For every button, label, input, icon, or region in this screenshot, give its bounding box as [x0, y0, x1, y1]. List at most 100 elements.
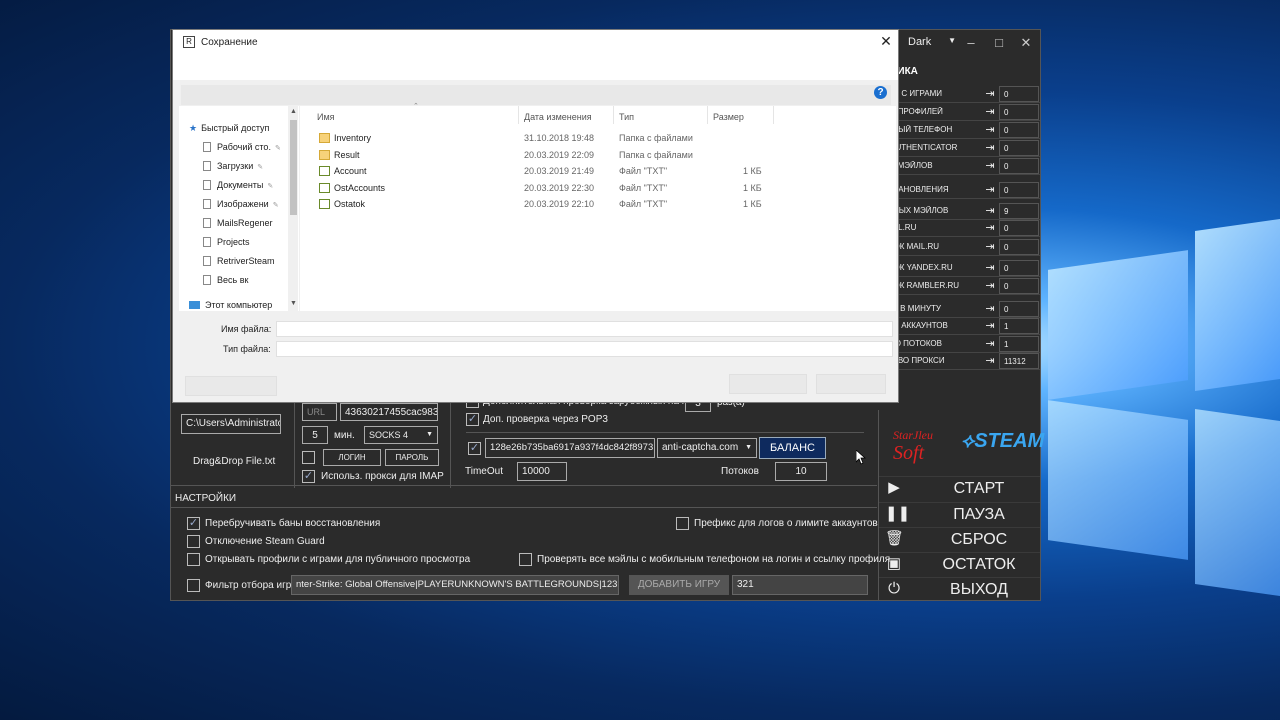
cancel-button[interactable] [816, 374, 886, 394]
divider [171, 485, 877, 486]
export-arrow-icon[interactable]: ⇥ [983, 87, 997, 101]
column-separator [518, 106, 519, 124]
remain-button[interactable]: ▣ ОСТАТОК [879, 552, 1040, 576]
close-button[interactable]: ✕ [1014, 33, 1038, 53]
nav-item[interactable]: Загрузки ✎ [203, 161, 263, 171]
file-row[interactable]: Result 20.03.2019 22:09 Папка с файлами [313, 148, 763, 164]
windows-logo-pane [1048, 400, 1188, 560]
proxy-auth-checkbox[interactable] [302, 451, 315, 464]
nav-scrollbar-thumb[interactable] [290, 120, 297, 215]
pin-icon: ✎ [272, 202, 279, 209]
timeout-input[interactable]: 10000 [517, 462, 567, 481]
game-filter-label: Фильтр отбора игр [205, 580, 292, 591]
scroll-down-icon[interactable]: ▼ [290, 300, 297, 307]
file-row[interactable]: Ostatok 20.03.2019 22:10 Файл "TXT" 1 КБ [313, 197, 763, 213]
nav-item[interactable]: Рабочий сто. ✎ [203, 142, 281, 152]
help-icon[interactable]: ? [874, 86, 887, 99]
threads-input[interactable]: 10 [775, 462, 827, 481]
export-arrow-icon[interactable]: ⇥ [983, 261, 997, 275]
nav-item[interactable]: Весь вк [203, 275, 248, 285]
balance-button[interactable]: БАЛАНС [759, 437, 826, 459]
login-button[interactable]: ЛОГИН [323, 449, 381, 466]
dialog-close-button[interactable]: ✕ [876, 33, 896, 51]
export-arrow-icon[interactable]: ⇥ [983, 302, 997, 316]
filetype-label: Тип файла: [223, 344, 271, 354]
minimize-button[interactable]: – [959, 33, 983, 53]
nav-item[interactable]: ★ Быстрый доступ [189, 123, 269, 134]
export-arrow-icon[interactable]: ⇥ [983, 337, 997, 351]
theme-select[interactable]: Dark ▼ [904, 33, 958, 53]
export-arrow-icon[interactable]: ⇥ [983, 105, 997, 119]
column-type[interactable]: Тип [619, 112, 634, 122]
export-arrow-icon[interactable]: ⇥ [983, 159, 997, 173]
captcha-checkbox[interactable]: ✓ [468, 442, 481, 455]
export-arrow-icon[interactable]: ⇥ [983, 141, 997, 155]
log-prefix-checkbox[interactable] [676, 517, 689, 530]
scroll-up-icon[interactable]: ▲ [290, 108, 297, 115]
windows-logo-pane [1195, 219, 1280, 391]
nav-item[interactable]: Документы ✎ [203, 180, 273, 190]
exit-button[interactable]: ⏻ ВЫХОД [879, 577, 1040, 601]
log-prefix-label: Префикс для логов о лимите аккаунтов [694, 518, 878, 529]
trash-icon: 🗑 [885, 530, 905, 547]
captcha-key-input[interactable]: 128e26b735ba6917a937f4dc842f8973 [485, 438, 655, 458]
export-arrow-icon[interactable]: ⇥ [983, 319, 997, 333]
column-name[interactable]: Имя [317, 112, 335, 122]
disable-guard-checkbox[interactable] [187, 535, 200, 548]
rebrute-bans-checkbox[interactable]: ✓ [187, 517, 200, 530]
add-game-input[interactable]: 321 [732, 575, 868, 595]
export-arrow-icon[interactable]: ⇥ [983, 221, 997, 235]
column-date[interactable]: Дата изменения [524, 112, 592, 122]
export-arrow-icon[interactable]: ⇥ [983, 204, 997, 218]
game-filter-checkbox[interactable] [187, 579, 200, 592]
drag-drop-label: Drag&Drop File.txt [193, 456, 276, 467]
computer-icon [189, 301, 200, 309]
nav-item[interactable]: RetriverSteam [203, 256, 275, 266]
text-file-icon [319, 199, 330, 210]
nav-item[interactable]: MailsRegener [203, 218, 273, 228]
open-profiles-checkbox[interactable] [187, 553, 200, 566]
pause-button[interactable]: ❚❚ ПАУЗА [879, 502, 1040, 526]
pop3-checkbox[interactable]: ✓ [466, 413, 479, 426]
nav-item-label: Изображени [217, 199, 269, 209]
file-row[interactable]: Inventory 31.10.2018 19:48 Папка с файлами [313, 131, 763, 147]
mouse-cursor [855, 449, 867, 465]
logo-text-2: Soft [893, 442, 925, 464]
text-file-icon [319, 182, 330, 193]
filename-input[interactable] [276, 321, 893, 337]
export-arrow-icon[interactable]: ⇥ [983, 123, 997, 137]
path-input[interactable]: C:\Users\Administrato [181, 414, 281, 434]
sort-icon: ⌃ [413, 103, 419, 110]
export-arrow-icon[interactable]: ⇥ [983, 279, 997, 293]
reset-button[interactable]: 🗑 СБРОС [879, 527, 1040, 551]
nav-item[interactable]: Изображени ✎ [203, 199, 279, 209]
stat-value: 0 [999, 239, 1039, 255]
nav-item[interactable]: Этот компьютер [189, 300, 272, 310]
save-button[interactable] [729, 374, 807, 394]
column-size[interactable]: Размер [713, 112, 744, 122]
start-button[interactable]: ▶ СТАРТ [879, 476, 1040, 500]
stat-value: 0 [999, 220, 1039, 236]
file-name: Inventory [334, 133, 372, 143]
file-row[interactable]: Account 20.03.2019 21:49 Файл "TXT" 1 КБ [313, 164, 763, 180]
file-row[interactable]: OstAccounts 20.03.2019 22:30 Файл "TXT" 1 К… [313, 181, 763, 197]
proxy-type-select[interactable]: SOCKS 4 ▼ [364, 426, 438, 444]
minutes-input[interactable]: 5 [302, 426, 328, 444]
export-arrow-icon[interactable]: ⇥ [983, 183, 997, 197]
exit-label: ВЫХОД [950, 581, 1008, 598]
address-bar[interactable] [181, 85, 891, 105]
export-arrow-icon[interactable]: ⇥ [983, 240, 997, 254]
maximize-button[interactable]: □ [987, 33, 1011, 53]
captcha-service-select[interactable]: anti-captcha.com ▼ [657, 438, 757, 458]
stat-value: 0 [999, 86, 1039, 102]
hide-folders-button[interactable] [185, 376, 277, 396]
password-button[interactable]: ПАРОЛЬ [385, 449, 439, 466]
export-arrow-icon[interactable]: ⇥ [983, 354, 997, 368]
filetype-select[interactable] [276, 341, 893, 357]
game-filter-input[interactable]: nter-Strike: Global Offensive|PLAYERUNKN… [291, 575, 619, 595]
imap-proxy-checkbox[interactable]: ✓ [302, 470, 315, 483]
check-mails-checkbox[interactable] [519, 553, 532, 566]
url-input[interactable]: 43630217455cac983a [340, 403, 438, 421]
add-game-button[interactable]: ДОБАВИТЬ ИГРУ [629, 575, 729, 595]
nav-item[interactable]: Projects [203, 237, 250, 247]
